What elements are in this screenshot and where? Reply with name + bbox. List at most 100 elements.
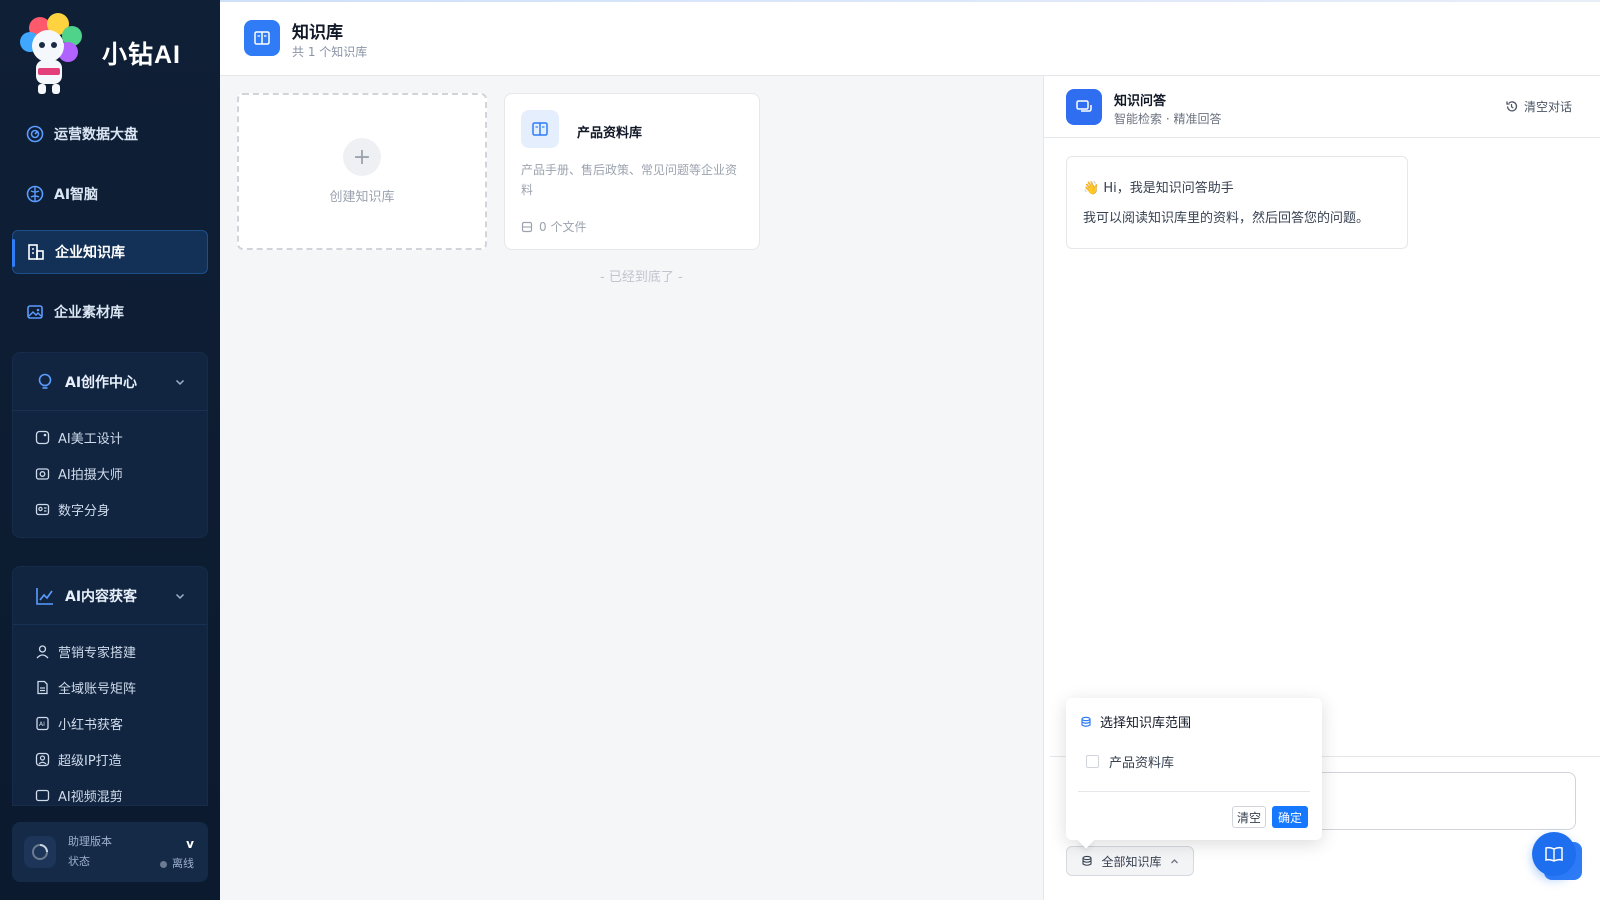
sidebar-sub-item-label: 全域账号矩阵: [58, 681, 137, 697]
sidebar-item-knowledge-base[interactable]: 企业知识库: [12, 230, 208, 274]
group-label: AI创作中心: [65, 374, 138, 391]
qa-subtitle: 智能检索 · 精准回答: [1114, 112, 1222, 126]
sidebar-sub-item-ai-photo[interactable]: AI拍摄大师: [13, 455, 207, 491]
create-label: 创建知识库: [329, 190, 395, 205]
sidebar-item-label: 企业素材库: [54, 305, 124, 321]
sidebar-sub-item-label: AI拍摄大师: [58, 467, 123, 483]
kb-name: 产品资料库: [577, 126, 643, 141]
line-chart-icon: [35, 586, 55, 606]
assistant-message: 👋 Hi，我是知识问答助手 我可以阅读知识库里的资料，然后回答您的问题。: [1066, 156, 1408, 249]
wave-emoji: 👋: [1083, 181, 1100, 196]
sidebar-item-ai-brain[interactable]: AI智脑: [12, 172, 208, 216]
database-icon: [521, 221, 533, 233]
page-title: 知识库: [292, 23, 343, 43]
sidebar-sub-item-label: AI美工设计: [58, 431, 123, 447]
brand-name: 小钻AI: [102, 41, 182, 69]
badge-icon: [35, 752, 50, 767]
sidebar-sub-item-video-mix[interactable]: AI视频混剪: [13, 777, 207, 813]
status-dot: [160, 860, 167, 868]
version-value: v: [186, 837, 194, 851]
sidebar-sub-item-super-ip[interactable]: 超级IP打造: [13, 741, 207, 777]
user-icon: [35, 644, 50, 659]
kb-option-row[interactable]: 产品资料库: [1086, 752, 1174, 771]
kb-file-count: 0 个文件: [521, 218, 586, 235]
greeting-text: Hi，我是知识问答助手: [1103, 181, 1234, 196]
loading-icon: [24, 836, 56, 868]
page-header: 知识库 共 1 个知识库: [220, 0, 1600, 76]
sidebar-item-label: AI智脑: [54, 187, 99, 203]
sidebar: 小钻AI 运营数据大盘 AI智脑 企业知识库 企业素材库 AI创作中心 AI美工…: [0, 0, 220, 900]
knowledge-fab-button[interactable]: [1532, 832, 1576, 876]
id-card-icon: [35, 502, 50, 517]
svg-text:AI: AI: [39, 721, 45, 728]
kb-scope-button[interactable]: 全部知识库: [1066, 846, 1194, 876]
end-of-list-note: - 已经到底了 -: [600, 270, 683, 285]
dashboard-icon: [26, 125, 44, 143]
book-open-icon: [1545, 846, 1563, 862]
popover-confirm-button[interactable]: 确定: [1272, 806, 1308, 828]
kb-files-text: 0 个文件: [539, 220, 587, 234]
sidebar-sub-item-label: AI视频混剪: [58, 789, 123, 805]
state-value-wrap: 离线: [160, 854, 194, 874]
kb-scope-popover: 选择知识库范围 产品资料库 清空 确定: [1066, 698, 1322, 840]
plus-icon: +: [343, 138, 381, 176]
image-icon: [26, 303, 44, 321]
assistant-status-card: 助理版本 状态 v 离线: [12, 822, 208, 882]
group-ai-acquisition-header[interactable]: AI内容获客: [13, 567, 207, 625]
mascot-logo: [18, 10, 86, 96]
qa-title: 知识问答: [1114, 94, 1167, 109]
group-ai-creation: AI创作中心 AI美工设计 AI拍摄大师 数字分身: [12, 352, 208, 538]
ai-doc-icon: AI: [35, 716, 50, 731]
sidebar-item-asset-library[interactable]: 企业素材库: [12, 290, 208, 334]
chevron-down-icon: [175, 589, 185, 605]
video-icon: [35, 788, 50, 803]
sidebar-sub-item-ai-design[interactable]: AI美工设计: [13, 419, 207, 455]
book-icon: [244, 20, 280, 56]
kb-scope-label: 全部知识库: [1101, 854, 1162, 869]
popover-title: 选择知识库范围: [1100, 716, 1192, 731]
knowledge-base-list: + 创建知识库 产品资料库 产品手册、售后政策、常见问题等企业资料 0 个文件 …: [220, 76, 1043, 900]
group-ai-creation-header[interactable]: AI创作中心: [13, 353, 207, 411]
file-icon: [35, 680, 50, 695]
chevron-up-icon: [1170, 857, 1179, 866]
popover-divider: [1078, 791, 1310, 792]
kb-option-checkbox[interactable]: [1086, 755, 1099, 768]
brain-icon: [26, 185, 44, 203]
kb-option-label: 产品资料库: [1109, 756, 1175, 771]
kb-description: 产品手册、售后政策、常见问题等企业资料: [521, 163, 738, 197]
group-ai-acquisition: AI内容获客 营销专家搭建 全域账号矩阵 AI 小红书获客 超级IP打造 AI视…: [12, 566, 208, 806]
sidebar-sub-item-xiaohongshu[interactable]: AI 小红书获客: [13, 705, 207, 741]
popover-clear-button[interactable]: 清空: [1232, 806, 1266, 828]
database-icon: [1080, 716, 1092, 728]
building-icon: [27, 243, 45, 261]
group-label: AI内容获客: [65, 588, 138, 605]
chevron-down-icon: [175, 375, 185, 391]
clear-chat-button[interactable]: 清空对话: [1505, 98, 1572, 115]
palette-icon: [35, 430, 50, 445]
bulb-icon: [35, 372, 55, 392]
sidebar-sub-item-account-matrix[interactable]: 全域账号矩阵: [13, 669, 207, 705]
sidebar-item-label: 运营数据大盘: [54, 127, 138, 143]
qa-header: 知识问答 智能检索 · 精准回答 清空对话: [1044, 76, 1600, 138]
sidebar-sub-item-marketing-expert[interactable]: 营销专家搭建: [13, 633, 207, 669]
sidebar-sub-item-digital-avatar[interactable]: 数字分身: [13, 491, 207, 527]
camera-icon: [35, 466, 50, 481]
create-knowledge-base-card[interactable]: + 创建知识库: [237, 93, 487, 250]
intro-text: 我可以阅读知识库里的资料，然后回答您的问题。: [1083, 211, 1370, 226]
state-value: 离线: [172, 857, 194, 870]
sidebar-item-label: 企业知识库: [55, 245, 125, 261]
sidebar-sub-item-label: 超级IP打造: [58, 753, 122, 769]
clear-chat-label: 清空对话: [1523, 100, 1572, 114]
version-label: 助理版本: [68, 835, 112, 848]
sidebar-sub-item-label: 小红书获客: [58, 717, 124, 733]
brand: 小钻AI: [18, 10, 181, 96]
state-label: 状态: [68, 855, 90, 868]
database-icon: [1081, 855, 1093, 867]
history-icon: [1505, 100, 1518, 113]
sidebar-sub-item-label: 营销专家搭建: [58, 645, 137, 661]
sidebar-item-dashboard[interactable]: 运营数据大盘: [12, 112, 208, 156]
page-subtitle: 共 1 个知识库: [292, 45, 368, 59]
book-icon: [521, 110, 559, 148]
knowledge-base-card[interactable]: 产品资料库 产品手册、售后政策、常见问题等企业资料 0 个文件: [504, 93, 760, 250]
chat-icon: [1066, 89, 1102, 125]
